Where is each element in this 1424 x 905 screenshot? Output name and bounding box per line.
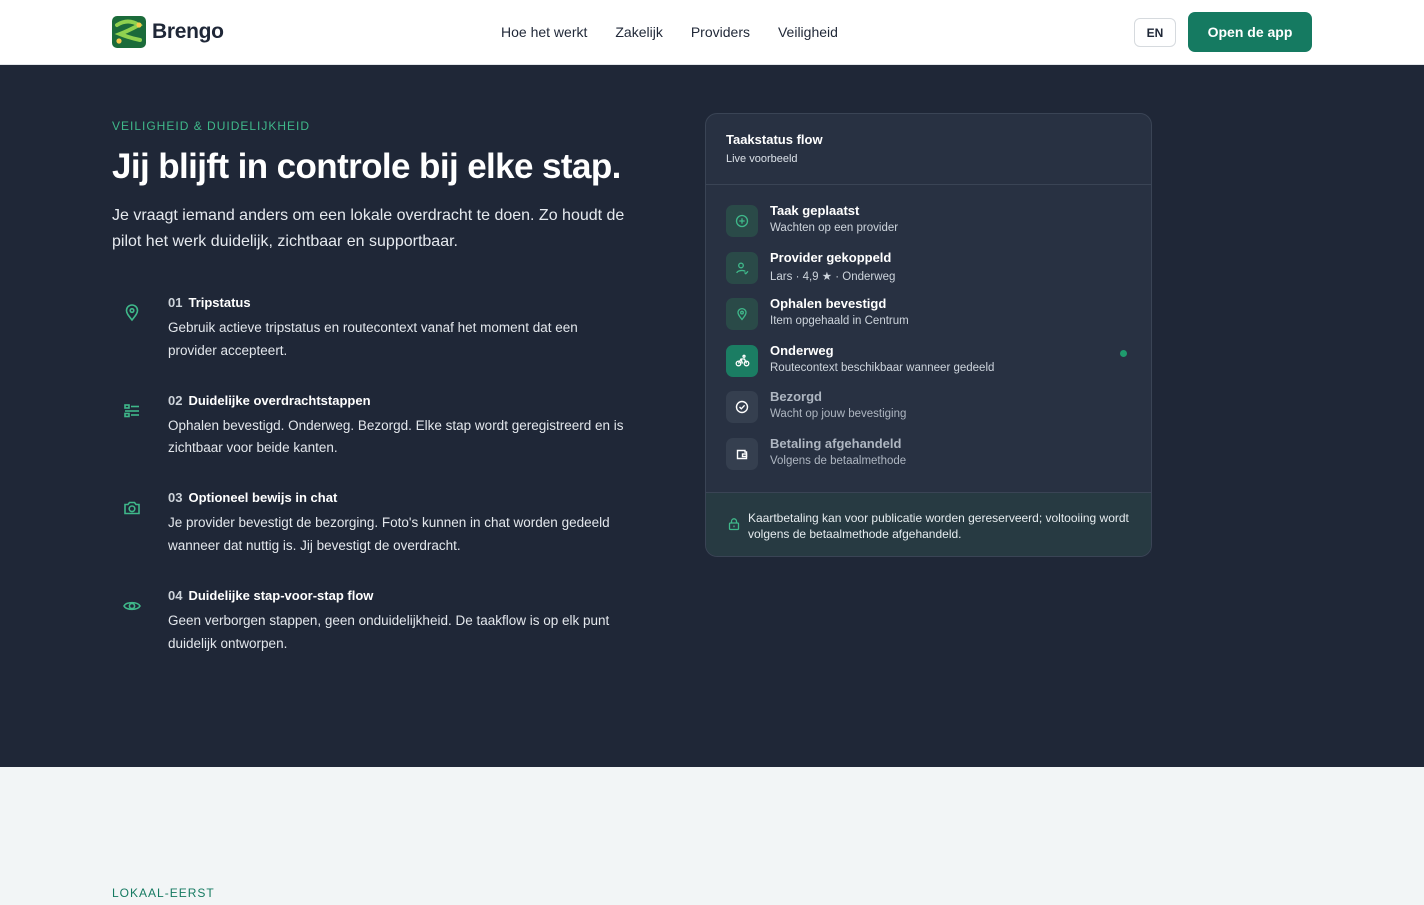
card-subtitle: Live voorbeeld: [726, 153, 798, 165]
feature-title-text: Tripstatus: [188, 295, 251, 310]
section-intro: Je vraagt iemand anders om een lokale ov…: [112, 207, 625, 250]
lock-icon: [728, 518, 740, 531]
section-title: Jij blijft in controle bij elke stap.: [112, 147, 621, 186]
feature-title: 04 Duidelijke stap-voor-stap flow: [168, 588, 373, 603]
step-title: Bezorgd: [770, 389, 822, 405]
feature-item: 02 Duidelijke overdrachtstappen Ophalen b…: [112, 393, 632, 491]
feature-title: 02 Duidelijke overdrachtstappen: [168, 393, 371, 408]
wallet-icon: [736, 449, 748, 460]
step-description: Item opgehaald in Centrum: [770, 315, 909, 328]
nav-link-hoe-het-werkt[interactable]: Hoe het werkt: [501, 24, 587, 40]
step-title: Taak geplaatst: [770, 203, 860, 218]
camera-icon: [124, 502, 140, 515]
step-icon-box: [726, 391, 758, 424]
step-description: Volgens de betaalmethode: [770, 454, 907, 467]
feature-title: 03 Optioneel bewijs in chat: [168, 490, 337, 505]
step-icon-box: [726, 344, 758, 377]
step-title: Onderweg: [770, 342, 834, 358]
step-icon-box: [726, 298, 758, 331]
user-check-icon: [736, 262, 749, 275]
task-status-card: Taakstatus flow Live voorbeeld Taak gepl…: [705, 113, 1152, 557]
map-pin-icon: [125, 304, 139, 322]
site-header: Brengo Hoe het werkt Zakelijk Providers …: [0, 0, 1424, 65]
step-icon-box: [726, 251, 758, 284]
card-header: Taakstatus flow Live voorbeeld: [706, 114, 1151, 185]
feature-description: Je provider bevestigt de bezorging. Foto…: [168, 515, 610, 553]
brand-name: Brengo: [152, 20, 224, 43]
feature-number: 04: [168, 588, 183, 604]
feature-number: 03: [168, 490, 183, 506]
map-pin-icon: [737, 308, 747, 321]
eye-icon: [123, 601, 141, 611]
status-step-active: Onderweg Routecontext beschikbaar wannee…: [726, 343, 1131, 390]
card-footer-note: Kaartbetaling kan voor publicatie worden…: [706, 492, 1151, 556]
step-title: Betaling afgehandeld: [770, 435, 902, 451]
feature-item: 01 Tripstatus Gebruik actieve tripstatus …: [112, 295, 632, 393]
status-step: Betaling afgehandeld Volgens de betaalme…: [726, 436, 1131, 483]
check-circle-icon: [735, 401, 749, 414]
card-title: Taakstatus flow: [726, 132, 823, 147]
feature-item: 03 Optioneel bewijs in chat Je provider b…: [112, 490, 632, 588]
feature-number: 01: [168, 295, 183, 310]
feature-description: Gebruik actieve tripstatus en routeconte…: [168, 320, 578, 358]
main-nav: Hoe het werkt Zakelijk Providers Veiligh…: [501, 24, 838, 40]
step-description: Lars · 4,9 ★ · Onderweg: [770, 270, 896, 283]
list-icon: [124, 403, 139, 417]
live-indicator-dot: [1120, 349, 1127, 357]
nav-link-zakelijk[interactable]: Zakelijk: [615, 24, 662, 40]
step-icon-box: [726, 205, 758, 237]
nav-link-veiligheid[interactable]: Veiligheid: [778, 24, 838, 40]
step-title: Provider gekoppeld: [770, 249, 892, 265]
payment-note: Kaartbetaling kan voor publicatie worden…: [748, 511, 1129, 541]
status-step-list: Taak geplaatst Wachten op een provider P…: [706, 185, 1151, 483]
step-icon-box: [726, 437, 758, 470]
step-description: Wacht op jouw bevestiging: [770, 408, 907, 421]
feature-number: 02: [168, 392, 183, 408]
open-app-button[interactable]: Open de app: [1188, 12, 1312, 52]
section-eyebrow: VEILIGHEID & DUIDELIJKHEID: [112, 119, 311, 133]
nav-link-providers[interactable]: Providers: [691, 24, 750, 40]
feature-list: 01 Tripstatus Gebruik actieve tripstatus …: [112, 295, 632, 686]
feature-item: 04 Duidelijke stap-voor-stap flow Geen ve…: [112, 588, 632, 686]
local-first-eyebrow: LOKAAL-EERST: [112, 886, 215, 900]
feature-title-text: Duidelijke overdrachtstappen: [188, 392, 371, 408]
status-step: Taak geplaatst Wachten op een provider: [726, 203, 1131, 250]
feature-description: Geen verborgen stappen, geen onduidelijk…: [168, 613, 610, 651]
feature-title: 01 Tripstatus: [168, 295, 251, 310]
step-title: Ophalen bevestigd: [770, 296, 887, 312]
status-step: Provider gekoppeld Lars · 4,9 ★ · Onderw…: [726, 250, 1131, 297]
language-toggle-button[interactable]: EN: [1134, 18, 1176, 47]
status-step: Ophalen bevestigd Item opgehaald in Cent…: [726, 296, 1131, 343]
status-step: Bezorgd Wacht op jouw bevestiging: [726, 389, 1131, 436]
brand-logo[interactable]: Brengo: [112, 16, 224, 48]
bike-icon: [735, 354, 749, 367]
step-description: Routecontext beschikbaar wanneer gedeeld: [770, 361, 995, 374]
feature-title-text: Optioneel bewijs in chat: [188, 490, 338, 506]
feature-description: Ophalen bevestigd. Onderweg. Bezorgd. El…: [168, 417, 624, 456]
brengo-logo-icon: [112, 16, 146, 48]
safety-section: VEILIGHEID & DUIDELIJKHEID Jij blijft in…: [0, 65, 1424, 767]
step-description: Wachten op een provider: [770, 222, 899, 234]
feature-title-text: Duidelijke stap-voor-stap flow: [188, 588, 374, 604]
plus-circle-icon: [735, 214, 749, 228]
